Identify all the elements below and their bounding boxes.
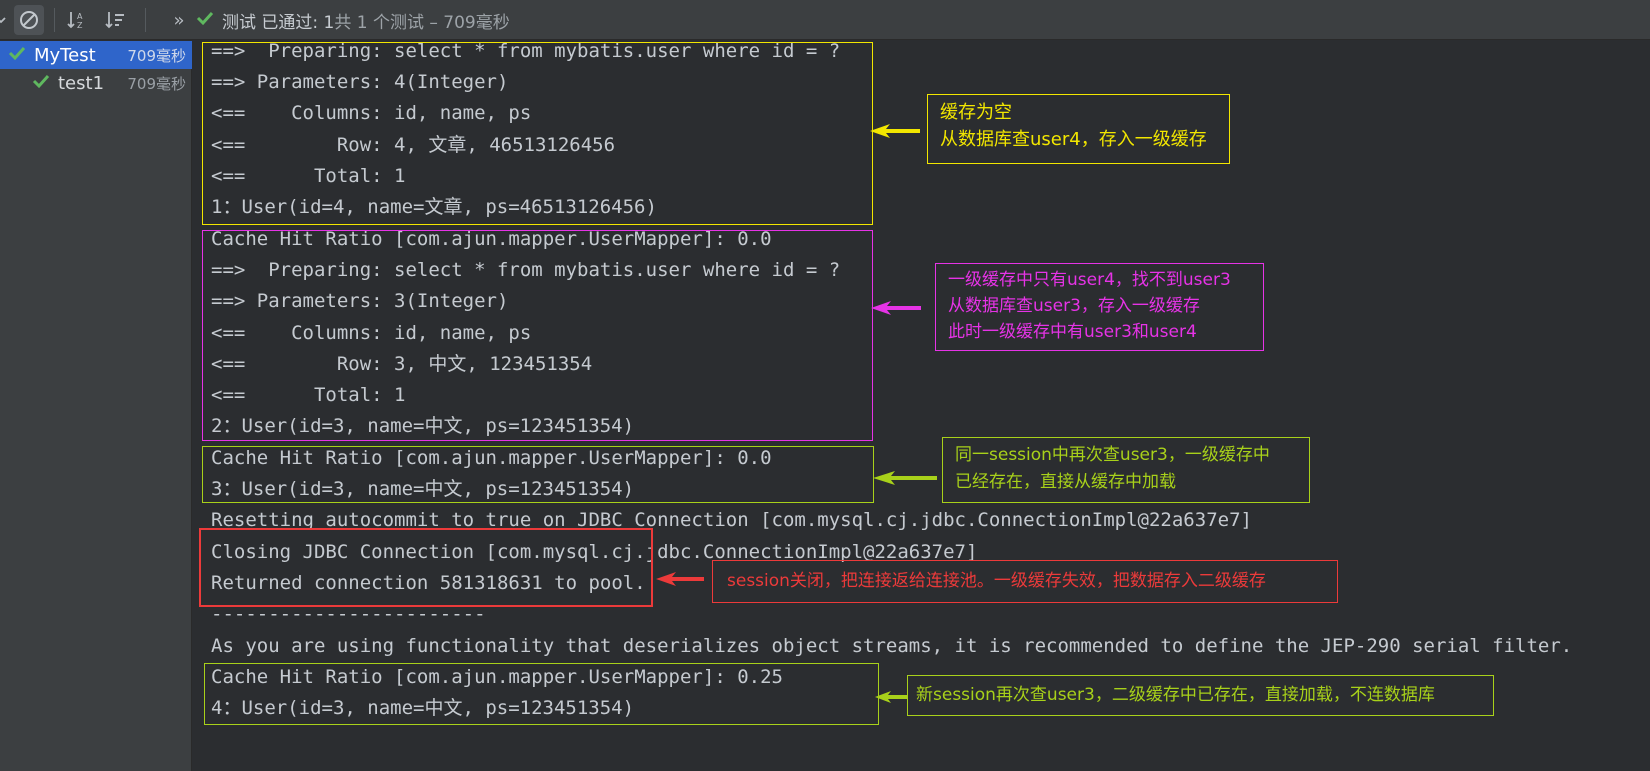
test-runner-toolbar: AZ » 测试 已通过: 1共 1 个测试 – 709毫秒 <box>0 0 1650 40</box>
sort-by-duration-icon[interactable] <box>100 5 130 35</box>
highlight-box-cache-hit <box>202 446 874 503</box>
highlight-box-user4-query <box>202 42 873 225</box>
tree-item-label: MyTest <box>34 44 96 66</box>
stop-icon[interactable] <box>14 5 44 35</box>
highlight-box-user3-query <box>202 230 873 441</box>
arrow-left-icon <box>873 471 937 485</box>
arrow-left-icon <box>656 572 704 586</box>
annotation-text: 此时一级缓存中有user3和user4 <box>948 322 1197 342</box>
status-passed-text: 测试 已通过: 1 <box>222 12 335 33</box>
toolbar-separator <box>54 8 55 32</box>
annotation-note: 新session再次查user3，二级缓存中已存在，直接加载，不连数据库 <box>907 675 1494 716</box>
tree-item-time: 709毫秒 <box>127 46 186 65</box>
annotation-text: 从数据库查user4，存入一级缓存 <box>940 129 1207 150</box>
annotation-note: session关闭，把连接返给连接池。一级缓存失效，把数据存入二级缓存 <box>712 560 1338 603</box>
annotation-text: 一级缓存中只有user4，找不到user3 <box>948 270 1231 290</box>
check-icon <box>196 10 214 31</box>
more-actions-button[interactable]: » <box>164 5 194 35</box>
test-status: 测试 已通过: 1共 1 个测试 – 709毫秒 <box>196 0 510 40</box>
svg-text:Z: Z <box>77 21 83 30</box>
toolbar-separator <box>145 8 146 32</box>
arrow-left-icon <box>870 124 920 138</box>
arrow-left-icon <box>875 691 907 703</box>
more-actions-label: » <box>173 9 185 31</box>
annotation-text: 已经存在，直接从缓存中加载 <box>955 472 1176 492</box>
test-tree: MyTest 709毫秒 test1 709毫秒 <box>0 41 192 771</box>
arrow-left-icon <box>871 301 921 315</box>
annotation-text: 缓存为空 <box>940 102 1012 123</box>
highlight-box-session-close <box>199 528 653 607</box>
tree-item-mytest[interactable]: MyTest 709毫秒 <box>0 41 192 69</box>
annotation-note: 一级缓存中只有user4，找不到user3 从数据库查user3，存入一级缓存 … <box>935 263 1264 351</box>
annotation-text: 从数据库查user3，存入一级缓存 <box>948 296 1200 316</box>
tree-item-label: test1 <box>58 72 105 94</box>
highlight-box-second-level-cache <box>204 663 879 725</box>
annotation-text: session关闭，把连接返给连接池。一级缓存失效，把数据存入二级缓存 <box>727 571 1266 591</box>
status-count-text: 共 1 个测试 – 709毫秒 <box>334 12 510 33</box>
svg-text:A: A <box>77 12 83 21</box>
annotation-note: 同一session中再次查user3，一级缓存中 已经存在，直接从缓存中加载 <box>942 437 1310 503</box>
check-icon <box>8 45 26 66</box>
annotation-text: 新session再次查user3，二级缓存中已存在，直接加载，不连数据库 <box>916 685 1435 705</box>
console-line: As you are using functionality that dese… <box>211 635 1573 657</box>
tree-item-time: 709毫秒 <box>127 74 186 93</box>
annotation-text: 同一session中再次查user3，一级缓存中 <box>955 445 1270 465</box>
tree-item-test1[interactable]: test1 709毫秒 <box>0 69 192 97</box>
check-icon <box>32 73 50 94</box>
annotation-note: 缓存为空 从数据库查user4，存入一级缓存 <box>927 94 1230 164</box>
console-output[interactable]: ==> Preparing: select * from mybatis.use… <box>193 40 1650 771</box>
sort-alphabetically-icon[interactable]: AZ <box>62 5 92 35</box>
